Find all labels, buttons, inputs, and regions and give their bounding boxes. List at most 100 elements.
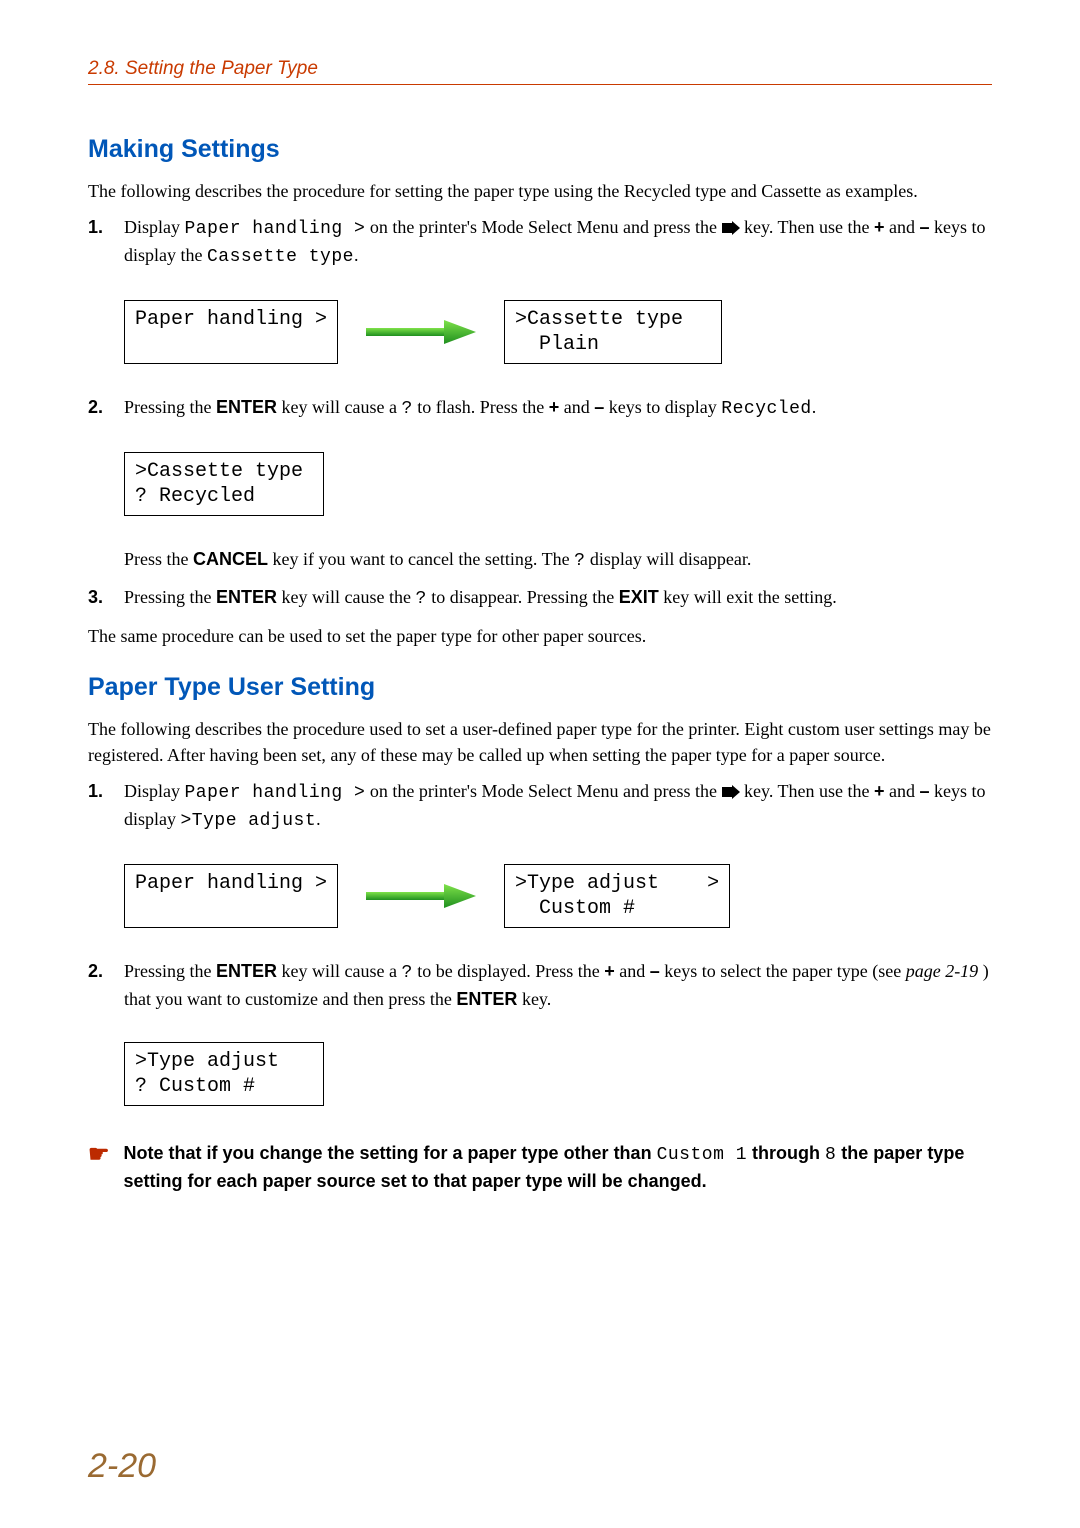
lcd-line: Plain <box>515 333 599 356</box>
text: through <box>747 1143 825 1163</box>
page: 2.8. Setting the Paper Type Making Setti… <box>0 0 1080 1528</box>
note: ☛ Note that if you change the setting fo… <box>88 1140 992 1194</box>
step-a1: Display Paper handling > on the printer'… <box>88 214 992 270</box>
lcd-box-right: >Type adjust > Custom # <box>504 864 730 928</box>
text: to flash. Press the <box>413 397 549 417</box>
text: display will disappear. <box>585 549 751 569</box>
plus-key: + <box>604 961 615 981</box>
enter-key: ENTER <box>216 587 277 607</box>
right-arrow-icon <box>722 216 740 242</box>
lcd-line: ? Recycled <box>135 485 255 508</box>
step-a3: Pressing the ENTER key will cause the ? … <box>88 584 992 612</box>
text: Display <box>124 781 185 801</box>
text: key will exit the setting. <box>659 587 837 607</box>
text: key. <box>517 989 551 1009</box>
lcd-box-left: Paper handling > <box>124 300 338 364</box>
text: . <box>812 397 817 417</box>
right-arrow-icon <box>722 780 740 806</box>
minus-key: – <box>919 217 929 237</box>
text: key will cause the <box>277 587 415 607</box>
heading-making-settings: Making Settings <box>88 135 992 164</box>
text: Press the <box>124 549 193 569</box>
lcd-line: >Cassette type <box>515 308 683 331</box>
lcd-line: >Cassette type <box>135 460 303 483</box>
display-row-a2: >Cassette type ? Recycled <box>124 452 992 516</box>
lcd-box: >Cassette type ? Recycled <box>124 452 324 516</box>
text: to disappear. Pressing the <box>427 587 619 607</box>
minus-key: – <box>594 397 604 417</box>
text: Pressing the <box>124 587 216 607</box>
lcd-line: Custom # <box>515 897 635 920</box>
lcd-inline: ? <box>401 963 412 983</box>
enter-key: ENTER <box>216 961 277 981</box>
enter-key: ENTER <box>216 397 277 417</box>
page-ref: page 2-19 <box>906 961 978 981</box>
green-arrow-icon <box>366 318 476 346</box>
text: key. Then use the <box>740 781 874 801</box>
lcd-box: >Type adjust ? Custom # <box>124 1042 324 1106</box>
plus-key: + <box>549 397 560 417</box>
outro-a: The same procedure can be used to set th… <box>88 623 992 649</box>
text: key will cause a <box>277 961 401 981</box>
minus-key: – <box>919 781 929 801</box>
lcd-line: ? Custom # <box>135 1075 255 1098</box>
lcd-inline: >Type adjust <box>181 811 317 831</box>
lcd-line: >Type adjust > <box>515 872 719 895</box>
lcd-inline: Cassette type <box>207 247 354 267</box>
text: keys to display <box>604 397 721 417</box>
lcd-inline: 8 <box>825 1145 836 1165</box>
lcd-inline: ? <box>415 589 426 609</box>
lcd-inline: Recycled <box>721 399 811 419</box>
display-row-a1: Paper handling > >Cassette type Plain <box>124 300 992 364</box>
text: and <box>884 217 919 237</box>
plus-key: + <box>874 781 885 801</box>
text: Pressing the <box>124 961 216 981</box>
heading-paper-type-user-setting: Paper Type User Setting <box>88 673 992 702</box>
pointing-hand-icon: ☛ <box>88 1138 110 1173</box>
intro-b: The following describes the procedure us… <box>88 716 992 768</box>
text: . <box>316 809 321 829</box>
text: and <box>615 961 650 981</box>
steps-b: Display Paper handling > on the printer'… <box>88 778 992 834</box>
cancel-key: CANCEL <box>193 549 268 569</box>
text: key will cause a <box>277 397 401 417</box>
steps-a: Display Paper handling > on the printer'… <box>88 214 992 270</box>
display-row-b1: Paper handling > >Type adjust > Custom # <box>124 864 992 928</box>
minus-key: – <box>650 961 660 981</box>
lcd-inline: ? <box>574 551 585 571</box>
lcd-box-left: Paper handling > <box>124 864 338 928</box>
exit-key: EXIT <box>619 587 659 607</box>
text: to be displayed. Press the <box>413 961 604 981</box>
lcd-inline: Custom 1 <box>657 1145 747 1165</box>
enter-key: ENTER <box>456 989 517 1009</box>
text: and <box>559 397 594 417</box>
text: on the printer's Mode Select Menu and pr… <box>365 781 721 801</box>
lcd-line: Paper handling > <box>135 872 327 895</box>
steps-b-cont: Pressing the ENTER key will cause a ? to… <box>88 958 992 1012</box>
page-number: 2-20 <box>88 1447 156 1486</box>
text: . <box>354 245 359 265</box>
step-a2: Pressing the ENTER key will cause a ? to… <box>88 394 992 422</box>
plus-key: + <box>874 217 885 237</box>
text: keys to select the paper type (see <box>660 961 906 981</box>
steps-a-cont2: Pressing the ENTER key will cause the ? … <box>88 584 992 612</box>
lcd-box-right: >Cassette type Plain <box>504 300 722 364</box>
text: key if you want to cancel the setting. T… <box>268 549 574 569</box>
lcd-inline: Paper handling > <box>185 219 366 239</box>
page-header: 2.8. Setting the Paper Type <box>88 58 992 85</box>
step-b2: Pressing the ENTER key will cause a ? to… <box>88 958 992 1012</box>
step-b1: Display Paper handling > on the printer'… <box>88 778 992 834</box>
lcd-line: Paper handling > <box>135 308 327 331</box>
text: and <box>884 781 919 801</box>
lcd-inline: ? <box>401 399 412 419</box>
lcd-line: >Type adjust <box>135 1050 279 1073</box>
lcd-inline: Paper handling > <box>185 783 366 803</box>
text: key. Then use the <box>740 217 874 237</box>
intro-a: The following describes the procedure fo… <box>88 178 992 204</box>
text: Note that if you change the setting for … <box>124 1143 657 1163</box>
step-a2-sub: Press the CANCEL key if you want to canc… <box>88 546 992 574</box>
text: on the printer's Mode Select Menu and pr… <box>365 217 721 237</box>
steps-a-cont: Pressing the ENTER key will cause a ? to… <box>88 394 992 422</box>
green-arrow-icon <box>366 882 476 910</box>
display-row-b2: >Type adjust ? Custom # <box>124 1042 992 1106</box>
